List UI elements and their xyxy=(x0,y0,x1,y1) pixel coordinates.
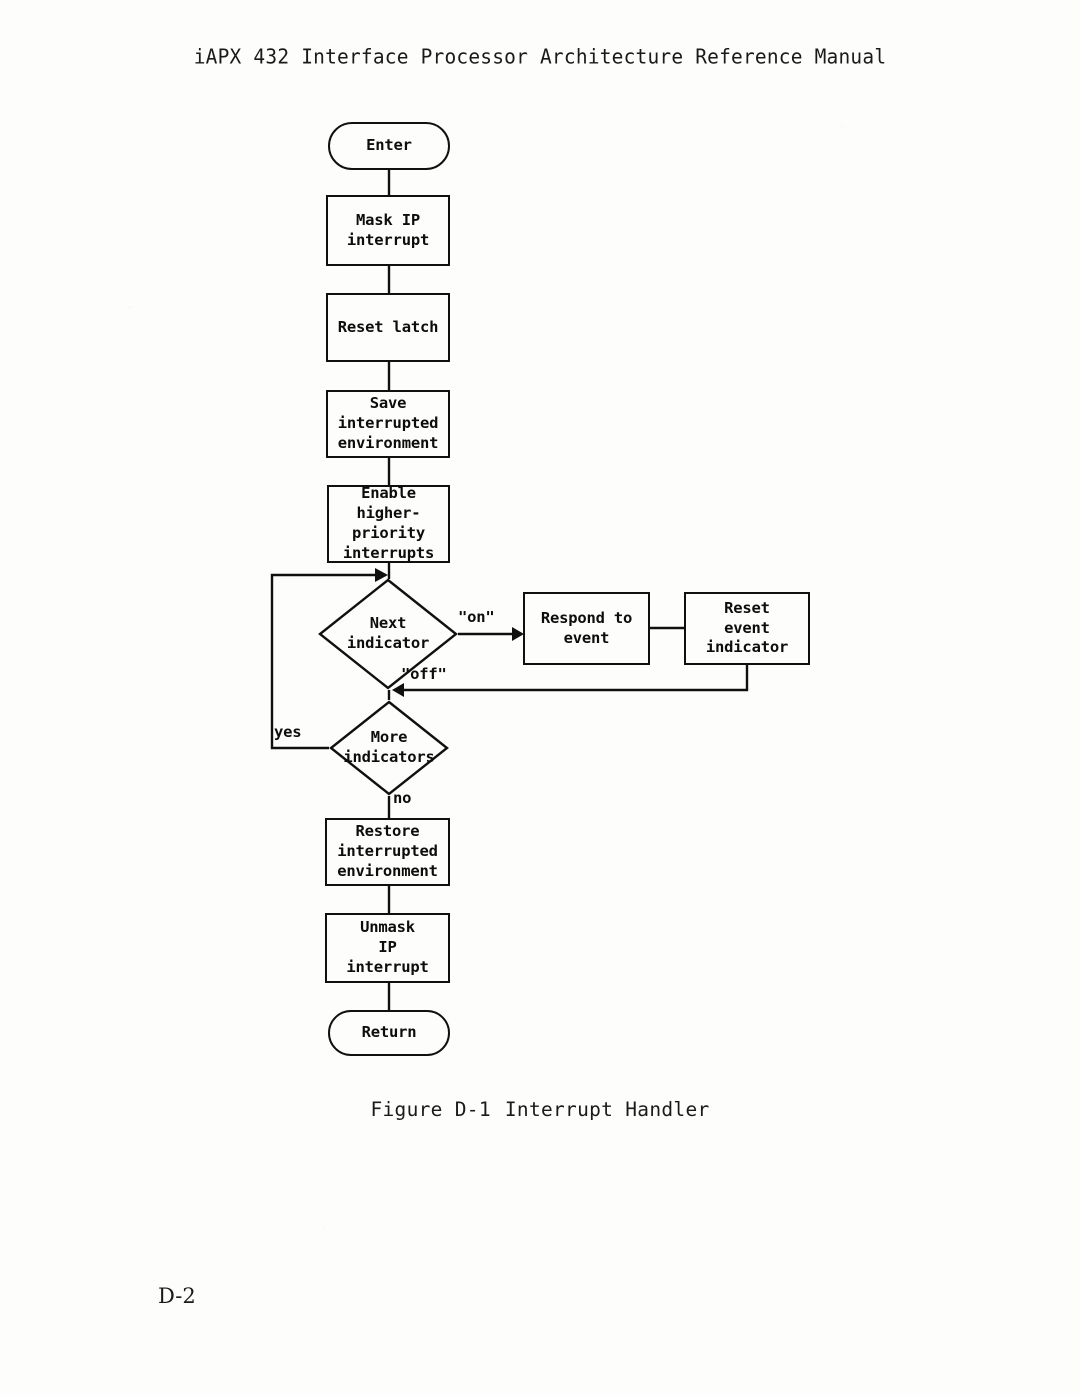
edge-label-no: no xyxy=(393,789,412,807)
flow-node-restore-interrupted-environment-label: Restore interrupted environment xyxy=(337,822,438,880)
flow-node-unmask-ip-interrupt: Unmask IP interrupt xyxy=(325,913,450,983)
flowchart-connectors xyxy=(270,170,749,1010)
flow-node-save-interrupted-environment-label: Save interrupted environment xyxy=(337,394,439,452)
flow-node-reset-event-indicator: Reset event indicator xyxy=(684,592,810,665)
flow-node-enter-label: Enter xyxy=(366,136,412,155)
flow-node-enable-higher-priority-interrupts: Enable higher- priority interrupts xyxy=(327,484,450,563)
flow-node-reset-event-indicator-label: Reset event indicator xyxy=(705,598,789,657)
edge-label-off: "off" xyxy=(401,665,447,683)
flow-node-return: Return xyxy=(328,1010,450,1056)
flow-node-restore-interrupted-environment: Restore interrupted environment xyxy=(325,818,450,886)
flow-node-more-indicators-label: More indicators xyxy=(343,728,435,766)
flow-node-enable-higher-priority-interrupts-label: Enable higher- priority interrupts xyxy=(342,484,435,562)
flow-node-reset-latch: Reset latch xyxy=(326,293,450,362)
flow-node-respond-to-event: Respond to event xyxy=(523,592,650,665)
flow-node-return-label: Return xyxy=(361,1023,417,1042)
edge-label-on: "on" xyxy=(458,608,495,626)
flow-node-mask-ip-interrupt-label: Mask IP interrupt xyxy=(346,210,430,249)
document-page: iAPX 432 Interface Processor Architectur… xyxy=(0,0,1080,1396)
flow-node-respond-to-event-label: Respond to event xyxy=(540,608,633,647)
edge-label-yes: yes xyxy=(274,723,302,741)
flow-node-more-indicators: More indicators xyxy=(329,700,449,796)
flow-node-mask-ip-interrupt: Mask IP interrupt xyxy=(326,195,450,266)
flow-node-unmask-ip-interrupt-label: Unmask IP interrupt xyxy=(346,918,429,976)
flow-node-enter: Enter xyxy=(328,122,450,170)
flow-node-save-interrupted-environment: Save interrupted environment xyxy=(326,390,450,458)
flow-node-reset-latch-label: Reset latch xyxy=(337,317,439,336)
